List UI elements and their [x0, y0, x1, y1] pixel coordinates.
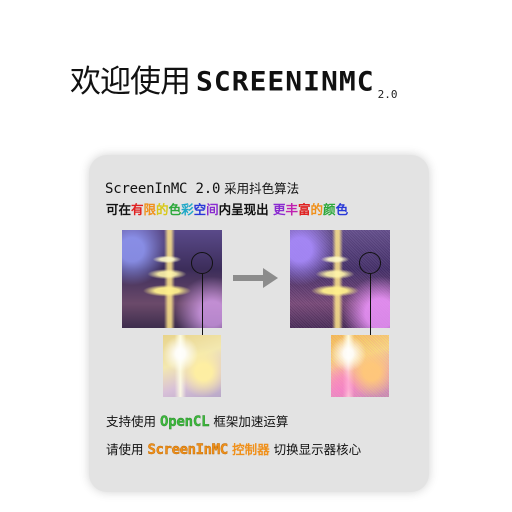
controller-label: 控制器 [227, 442, 270, 457]
desc-seg: 色 [168, 202, 182, 217]
original-render-image [122, 230, 222, 328]
opencl-line: 支持使用 OpenCL 框架加速运算 [106, 411, 288, 430]
desc-seg: 更 [272, 202, 286, 217]
opencl-prefix: 支持使用 [106, 414, 160, 429]
zoom-loupe-left [191, 252, 213, 274]
brand-logo-text: SCREENINMC [196, 65, 375, 98]
desc-seg: 可在 [106, 202, 132, 217]
desc-seg: 内呈现出 [218, 202, 273, 217]
dither-headline-rest: 采用抖色算法 [220, 181, 300, 196]
desc-seg: 限 [143, 202, 157, 217]
desc-seg: 的 [156, 202, 169, 217]
welcome-text: 欢迎使用 [70, 64, 191, 100]
opencl-suffix: 框架加速运算 [209, 414, 289, 429]
zoom-connector-right [370, 274, 371, 336]
controller-prefix: 请使用 [106, 442, 148, 457]
desc-seg: 丰 [285, 202, 299, 217]
zoom-connector-left [202, 274, 203, 336]
right-arrow-icon [233, 268, 278, 288]
desc-seg: 间 [206, 202, 219, 217]
dither-headline: ScreenInMC 2.0 采用抖色算法 [105, 178, 299, 197]
desc-seg: 空 [193, 202, 207, 217]
welcome-header: 欢迎使用 SCREENINMC 2.0 [70, 58, 397, 102]
dithered-render-image [290, 230, 390, 328]
desc-seg: 彩 [181, 202, 194, 217]
desc-seg: 的 [310, 202, 324, 217]
original-zoom-image [163, 335, 221, 397]
version-label: 2.0 [377, 88, 398, 101]
controller-suffix: 切换显示器核心 [269, 442, 362, 457]
desc-seg: 有 [131, 202, 144, 217]
controller-brand: ScreenInMC [147, 442, 228, 458]
dithered-zoom-image [331, 335, 389, 397]
opencl-label: OpenCL [159, 414, 210, 430]
desc-seg: 颜 [323, 202, 336, 217]
desc-seg: 富 [298, 202, 311, 217]
dither-description: 可在有限的色彩空间内呈现出 更丰富的颜色 [106, 199, 348, 218]
page: 欢迎使用 SCREENINMC 2.0 ScreenInMC 2.0 采用抖色算… [0, 0, 512, 512]
zoom-loupe-right [359, 252, 381, 274]
controller-line: 请使用 ScreenInMC 控制器 切换显示器核心 [106, 439, 361, 458]
desc-seg: 色 [335, 202, 349, 217]
product-name: ScreenInMC 2.0 [105, 181, 221, 197]
